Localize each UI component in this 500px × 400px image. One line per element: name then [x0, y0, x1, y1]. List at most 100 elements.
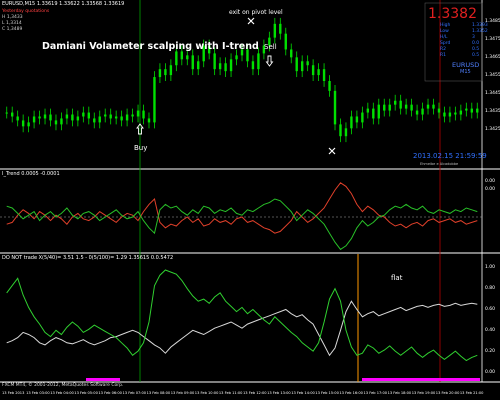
stat-row: H/L 3	[440, 35, 475, 41]
candle-body	[317, 69, 320, 76]
candle-body	[191, 55, 194, 70]
flat-label: flat	[391, 274, 403, 282]
x-axis-label: 13 Feb 18:00	[388, 391, 412, 395]
itrend-axis-label: 0.00	[485, 186, 495, 192]
itrend-axis-label: 0.00	[485, 178, 495, 184]
stat-row: Low 1.3352	[440, 29, 488, 35]
y-axis-label: 1.3455	[485, 72, 500, 78]
damiani-white-line	[6, 300, 478, 357]
candle-body	[104, 114, 107, 117]
candle-body	[142, 110, 145, 119]
candle-body	[421, 108, 424, 115]
x-axis-label: 13 Feb 03:00	[26, 391, 50, 395]
candle-body	[344, 128, 348, 137]
y-axis-label: 1.3475	[485, 36, 500, 42]
candle-body	[54, 120, 58, 125]
stat-label: Sprd	[440, 41, 451, 46]
candle-body	[448, 112, 452, 117]
candle-body	[131, 114, 134, 117]
candle-body	[158, 69, 162, 78]
footer-copyright: FXCM MT4, © 2001-2012, MetaQuotes Softwa…	[2, 383, 124, 388]
candle-body	[465, 108, 468, 111]
stat-label: R2	[440, 47, 446, 52]
candle-body	[76, 116, 80, 121]
stat-label: R1	[440, 53, 446, 58]
candle-body	[175, 51, 178, 66]
chart-ohlc: 1.33619 1.33622 1.33568 1.33619	[36, 1, 125, 7]
y-axis-label: 1.3435	[485, 108, 500, 114]
candle-body	[147, 118, 151, 123]
stat-value: 0.5	[472, 53, 480, 58]
candle-body	[311, 65, 315, 76]
itrend-red-line	[6, 182, 478, 234]
candle-body	[120, 116, 123, 121]
datetime-label: 2013.02.15 21:59:59	[413, 152, 487, 160]
candle-body	[114, 116, 118, 119]
candle-body	[180, 51, 184, 60]
candle-body	[251, 61, 255, 70]
x-axis-label: 13 Feb 19:00	[412, 391, 436, 395]
stat-value: 1.3352	[472, 29, 488, 34]
chart-canvas[interactable]: 1.34851.34751.34651.34551.34451.34351.34…	[0, 0, 500, 400]
x-axis-label: 13 Feb 16:00	[339, 391, 363, 395]
candle-body	[372, 108, 375, 119]
candle-body	[295, 57, 298, 72]
candle-body	[322, 69, 326, 81]
candle-body	[27, 122, 30, 127]
damiani-axis-label: 0.40	[485, 327, 495, 333]
mt4-chart-window[interactable]: 1.3485 1.3475 1.3465 1.3455 1.3445 1.3435 1.34…	[0, 0, 500, 400]
yesterday-close: C 1,3489	[2, 27, 23, 32]
y-axis-label: 1.3445	[485, 90, 500, 96]
candle-body	[459, 110, 463, 115]
candle-body	[98, 116, 101, 123]
candle-body	[366, 108, 370, 113]
itrend-title: I_Trend 0.0005 -0.0001	[2, 171, 60, 177]
candle-body	[218, 63, 222, 70]
candle-body	[65, 114, 69, 119]
overlay-title: Damiani Volameter scalping with I-trend	[42, 41, 259, 52]
candle-body	[410, 104, 413, 111]
x-axis-label: 13 Feb 08:00	[147, 391, 171, 395]
damiani-green-line	[6, 269, 478, 362]
symbol-label: EURUSD	[452, 61, 480, 69]
x-axis-label: 13 Feb 13:00	[267, 391, 291, 395]
buy-label: Buy	[134, 144, 148, 152]
x-axis-label: 13 Feb 12:00	[243, 391, 267, 395]
candle-body	[169, 65, 173, 76]
big-price: 1.3382	[428, 6, 477, 22]
candle-body	[279, 23, 282, 34]
candle-body	[383, 104, 386, 111]
exit-cross-icon	[247, 17, 255, 25]
x-axis-label: 13 Feb 14:00	[291, 391, 315, 395]
candle-body	[361, 112, 364, 123]
candle-body	[426, 104, 430, 109]
candle-body	[339, 124, 342, 137]
candle-body	[306, 61, 309, 66]
stat-value: 1.3393	[472, 23, 488, 28]
stat-row: R1 0.5	[440, 53, 479, 59]
x-axis-label: 13 Feb 15:00	[315, 391, 339, 395]
candle-body	[437, 108, 441, 113]
candle-body	[71, 114, 74, 121]
candle-body	[11, 112, 14, 117]
candle-body	[284, 33, 287, 50]
candle-body	[273, 23, 277, 38]
candle-body	[32, 116, 36, 123]
candle-body	[21, 120, 25, 127]
sell-label: Sell	[264, 43, 277, 51]
candle-body	[235, 55, 238, 60]
x-axis-label: 13 Feb 04:00	[50, 391, 74, 395]
candle-body	[355, 116, 359, 123]
candle-body	[93, 118, 96, 123]
candle-body	[82, 112, 85, 117]
x-axis-label: 13 Feb 17:00	[364, 391, 388, 395]
damiani-axis-label: 1.00	[485, 264, 495, 270]
stat-value: 0.0	[472, 41, 480, 46]
candle-body	[388, 104, 391, 111]
exit-pivot-label: exit on pivot level	[229, 9, 283, 16]
x-axis-label: 13 Feb 05:00	[74, 391, 98, 395]
candle-body	[136, 110, 140, 117]
target-cross-icon	[328, 147, 336, 155]
candle-body	[60, 118, 63, 125]
damiani-axis-label: 0.00	[485, 369, 495, 375]
